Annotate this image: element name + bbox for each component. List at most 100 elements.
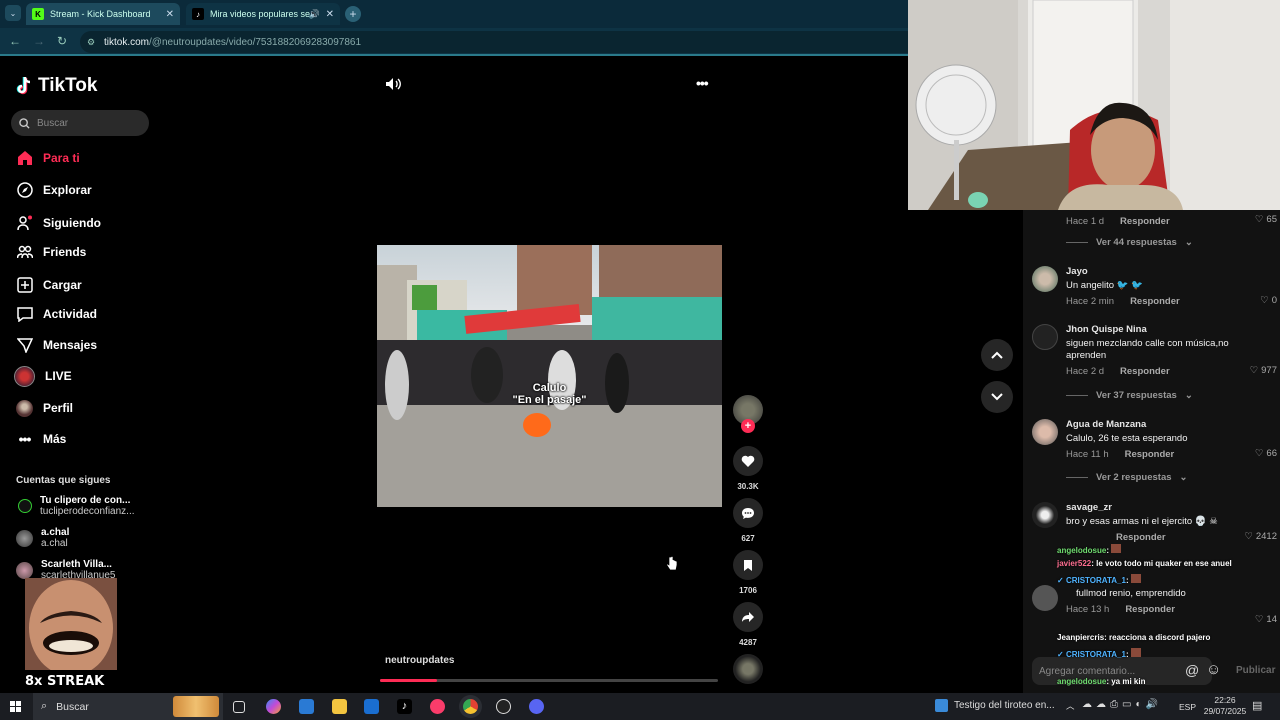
- nav-actividad[interactable]: Actividad: [16, 304, 97, 324]
- nav-explorar[interactable]: Explorar: [16, 180, 92, 200]
- notification-icon[interactable]: ▤: [1252, 699, 1262, 712]
- emote-icon: [1111, 544, 1122, 553]
- view-replies[interactable]: Ver 37 respuestas ⌄: [1066, 390, 1193, 401]
- site-info-icon[interactable]: ⚙: [87, 37, 95, 48]
- tiktok-logo[interactable]: TikTok: [16, 75, 97, 97]
- comment-time: Hace 1 d: [1066, 216, 1105, 227]
- music-disc[interactable]: [733, 654, 763, 684]
- post-comment-button[interactable]: Publicar: [1236, 665, 1275, 676]
- comment-item: Jhon Quispe Nina siguen mezclando calle c…: [1032, 324, 1277, 377]
- store-icon[interactable]: [299, 699, 314, 714]
- video-author[interactable]: neutroupdates: [385, 655, 454, 666]
- reply-button[interactable]: Responder: [1120, 366, 1170, 377]
- nav-mensajes[interactable]: Mensajes: [16, 335, 97, 355]
- chevron-up-icon[interactable]: ︿: [1066, 700, 1075, 712]
- comment-user[interactable]: Jayo: [1066, 266, 1277, 277]
- comment-icon: [733, 498, 763, 528]
- comment-user[interactable]: Agua de Manzana: [1066, 419, 1277, 430]
- volume-icon[interactable]: [385, 77, 401, 96]
- verified-icon: ✓: [1057, 576, 1066, 585]
- emoji-icon[interactable]: ☺: [1206, 661, 1221, 678]
- chrome-icon[interactable]: [463, 699, 478, 714]
- follow-plus-icon[interactable]: +: [741, 419, 755, 433]
- comment-like[interactable]: ♡ 977: [1250, 365, 1277, 376]
- view-replies[interactable]: Ver 2 respuestas ⌄: [1066, 472, 1188, 483]
- chat-user: angelodosue: [1057, 546, 1107, 555]
- forward-icon[interactable]: →: [33, 34, 45, 48]
- previous-video-button[interactable]: [981, 339, 1013, 371]
- nav-live[interactable]: LIVE: [14, 365, 72, 387]
- chevron-up-icon: [991, 351, 1003, 359]
- close-icon[interactable]: ✕: [326, 9, 334, 20]
- taskbar-search[interactable]: ⌕ Buscar: [33, 693, 223, 720]
- nav-friends[interactable]: Friends: [16, 242, 86, 262]
- comment-like[interactable]: ♡ 14: [1255, 614, 1277, 625]
- back-icon[interactable]: ←: [9, 34, 21, 48]
- view-replies-label: Ver 37 respuestas: [1096, 390, 1177, 401]
- nav-label: Actividad: [43, 307, 98, 321]
- next-video-button[interactable]: [981, 381, 1013, 413]
- chat-user: angelodosue: [1057, 677, 1107, 686]
- reply-button[interactable]: Responder: [1130, 296, 1180, 307]
- video-player[interactable]: Calulo "En el pasaje": [377, 245, 722, 507]
- copilot-icon[interactable]: [266, 699, 281, 714]
- video-progress-bar[interactable]: [380, 679, 718, 682]
- search-input[interactable]: Buscar: [11, 110, 149, 136]
- emote-icon: [1130, 648, 1141, 657]
- news-widget[interactable]: Testigo del tiroteo en...: [935, 699, 1055, 712]
- like-count: 66: [1266, 448, 1277, 459]
- comment-user[interactable]: Jhon Quispe Nina: [1066, 324, 1277, 335]
- comment-user[interactable]: savage_zr: [1066, 502, 1277, 513]
- music-app-icon[interactable]: [430, 699, 445, 714]
- mention-icon[interactable]: @: [1185, 662, 1199, 678]
- reply-button[interactable]: Responder: [1125, 449, 1175, 460]
- nav-perfil[interactable]: Perfil: [16, 398, 73, 418]
- following-name: Tu clipero de con...: [40, 495, 131, 506]
- comment-like[interactable]: ♡ 65: [1255, 214, 1277, 225]
- like-count: 14: [1266, 614, 1277, 625]
- tab-tiktok[interactable]: ♪ Mira videos populares sele 🔊 ✕: [186, 3, 340, 25]
- following-item[interactable]: a.chal a.chal: [16, 527, 69, 549]
- tab-title: Stream - Kick Dashboard: [50, 9, 151, 19]
- clock[interactable]: 22:26 29/07/2025: [1202, 695, 1248, 717]
- share-button[interactable]: 4287: [733, 602, 763, 647]
- tab-menu-button[interactable]: ⌄: [5, 5, 21, 21]
- more-options-icon[interactable]: •••: [696, 75, 709, 91]
- view-replies-label: Ver 44 respuestas: [1096, 237, 1177, 248]
- comment-button[interactable]: 627: [733, 498, 763, 543]
- language-indicator[interactable]: ESP: [1179, 702, 1196, 712]
- reply-button[interactable]: Responder: [1125, 604, 1175, 615]
- nav-mas[interactable]: ••• Más: [16, 429, 67, 449]
- windows-start-icon[interactable]: [10, 701, 21, 712]
- save-button[interactable]: 1706: [733, 550, 763, 595]
- url-field[interactable]: ⚙ tiktok.com/@neutroupdates/video/753188…: [80, 31, 908, 53]
- nav-cargar[interactable]: Cargar: [16, 275, 82, 295]
- nav-siguiendo[interactable]: Siguiendo: [16, 213, 101, 233]
- close-icon[interactable]: ✕: [166, 9, 174, 20]
- tray-icons[interactable]: ☁☁⎙▭◐🔊: [1082, 699, 1162, 710]
- discord-icon[interactable]: [529, 699, 544, 714]
- tiktok-icon[interactable]: ♪: [397, 699, 412, 714]
- comment-like[interactable]: ♡ 66: [1255, 448, 1277, 459]
- address-bar: ← → ↻ ⚙ tiktok.com/@neutroupdates/video/…: [0, 28, 908, 56]
- tab-kick-dashboard[interactable]: K Stream - Kick Dashboard ✕: [26, 3, 180, 25]
- like-count: 0: [1271, 295, 1277, 306]
- following-item[interactable]: Tu clipero de con... tucliperodeconfianz.…: [16, 495, 135, 517]
- reply-button[interactable]: Responder: [1116, 532, 1166, 543]
- comment-like[interactable]: ♡ 2412: [1244, 531, 1277, 542]
- reload-icon[interactable]: ↻: [57, 34, 67, 48]
- creator-avatar[interactable]: +: [733, 395, 763, 433]
- speaker-icon[interactable]: 🔊: [309, 9, 320, 20]
- obs-icon[interactable]: [496, 699, 511, 714]
- file-explorer-icon[interactable]: [332, 699, 347, 714]
- comment-like[interactable]: ♡ 0: [1260, 295, 1277, 306]
- heart-outline-icon: ♡: [1249, 365, 1259, 376]
- view-replies[interactable]: Ver 44 respuestas ⌄: [1066, 237, 1193, 248]
- task-view-icon[interactable]: [233, 701, 245, 713]
- reply-button[interactable]: Responder: [1120, 216, 1170, 227]
- nav-para-ti[interactable]: Para ti: [16, 148, 80, 168]
- outlook-icon[interactable]: [364, 699, 379, 714]
- upload-icon: [16, 277, 33, 294]
- new-tab-button[interactable]: +: [345, 6, 361, 22]
- like-button[interactable]: 30.3K: [733, 446, 763, 491]
